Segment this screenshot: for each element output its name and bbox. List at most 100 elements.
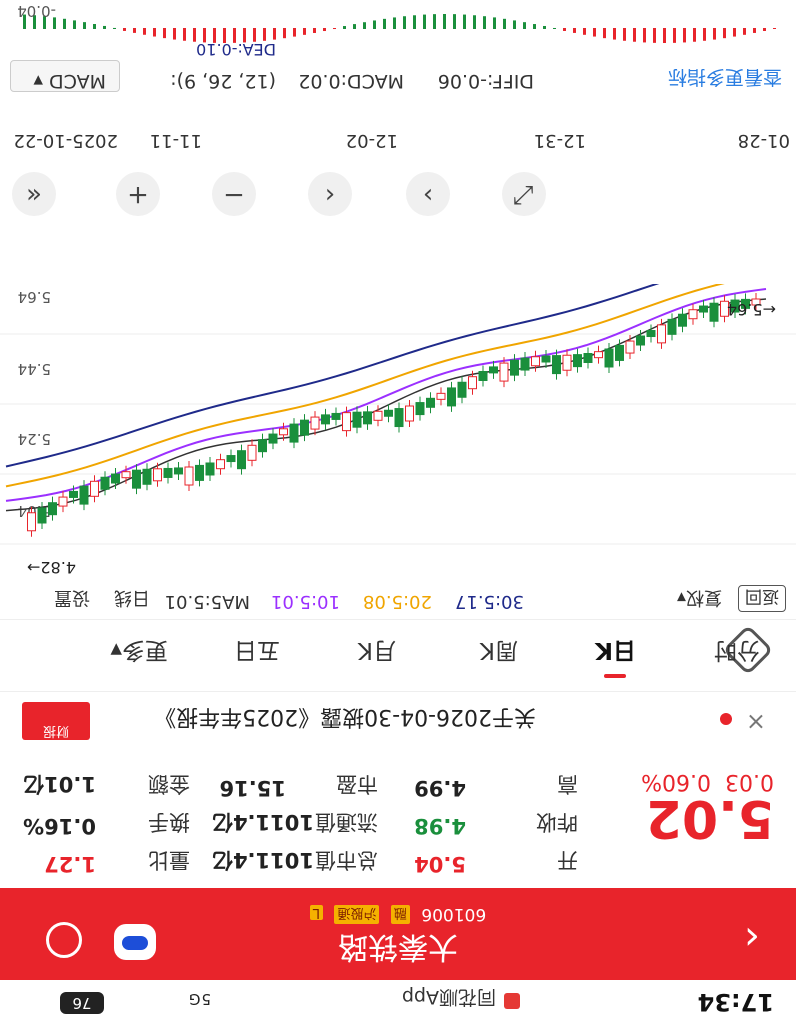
- date-label-3: 12-02: [345, 130, 398, 151]
- scroll-left-icon[interactable]: ‹: [308, 172, 352, 216]
- macd-bar: [353, 24, 356, 29]
- candle-body: [268, 433, 278, 444]
- first-page-icon[interactable]: «: [12, 172, 56, 216]
- assistant-robot-icon[interactable]: [114, 924, 156, 960]
- macd-bar: [403, 16, 406, 29]
- candle-body: [205, 462, 215, 476]
- scroll-right-icon[interactable]: ›: [406, 172, 450, 216]
- macd-bar: [553, 27, 556, 29]
- macd-bar: [683, 28, 686, 43]
- macd-chart: DEA:-0.10 -0.04: [17, 2, 776, 58]
- news-text[interactable]: 关于2026-04-30披露《2025年年报》: [154, 703, 536, 735]
- candle-body: [100, 476, 110, 490]
- macd-bar: [643, 28, 646, 43]
- macd-bar: [363, 22, 366, 29]
- candle-body: [636, 335, 645, 346]
- badge-hugutong: 沪股通: [334, 905, 380, 924]
- macd-bar: [173, 28, 176, 40]
- tab-month-k[interactable]: 月K: [358, 636, 396, 670]
- news-banner[interactable]: × 关于2026-04-30披露《2025年年报》 财报: [0, 691, 796, 748]
- macd-bar: [433, 14, 436, 29]
- macd-bar: [483, 16, 486, 29]
- candle-body: [237, 450, 246, 470]
- label-amount: 金额: [148, 772, 190, 796]
- candle-body: [489, 366, 498, 374]
- candle-body: [142, 468, 152, 485]
- tab-intraday[interactable]: 分时: [714, 636, 760, 670]
- macd-header: 查看更多指标 DIFF:-0.06 MACD:0.02 (12, 26, 9):…: [0, 60, 796, 96]
- macd-bar: [663, 28, 666, 43]
- label-float: 流通值: [315, 810, 378, 834]
- macd-params: (12, 26, 9):: [170, 70, 276, 92]
- macd-bar: [583, 28, 586, 35]
- macd-bar: [603, 28, 606, 39]
- candle-body: [48, 502, 57, 516]
- chart-nav: ⤢ › ‹ − + «: [0, 170, 796, 216]
- candle-body: [583, 353, 593, 364]
- candle-body: [615, 344, 624, 361]
- more-indicators-link[interactable]: 查看更多指标: [668, 65, 782, 92]
- ma-settings[interactable]: 设置: [54, 586, 90, 612]
- tab-week-k[interactable]: 周K: [480, 636, 518, 670]
- tab-day-k[interactable]: 日K: [595, 636, 636, 670]
- macd-bar: [693, 28, 696, 42]
- candle-body: [394, 408, 404, 428]
- value-high: 4.99: [414, 776, 466, 800]
- macd-bar: [183, 28, 186, 41]
- macd-bar: [73, 20, 76, 29]
- value-pe: 15.16: [219, 776, 286, 800]
- macd-bar: [423, 14, 426, 29]
- candle-body: [426, 397, 435, 408]
- low-arrow-label: ←5.64: [727, 300, 776, 319]
- macd-bar: [733, 28, 736, 37]
- kline-chart[interactable]: 5.645.445.245.04←5.644.82→: [0, 284, 796, 584]
- macd-bar: [63, 18, 66, 29]
- ma5-value: MA5:5.01: [164, 591, 250, 612]
- candle-body: [289, 423, 299, 443]
- y-tick-label: 5.44: [18, 360, 51, 378]
- label-prev-close: 昨收: [536, 810, 578, 834]
- candle-body: [373, 410, 383, 421]
- macd-label[interactable]: MACD ▾: [33, 70, 106, 92]
- macd-bar: [383, 18, 386, 29]
- macd-bar: [343, 26, 346, 29]
- candle-body: [478, 370, 488, 381]
- ma10-line: [5, 288, 767, 502]
- value-ratio: 1.27: [44, 852, 96, 876]
- candle-body: [321, 414, 330, 425]
- macd-bar: [503, 18, 506, 29]
- macd-bar: [323, 28, 326, 32]
- candle-body: [79, 485, 89, 505]
- status-bar: 17:34 同花顺App 5G 76: [0, 980, 796, 1024]
- tab-five-day[interactable]: 五日: [234, 636, 280, 670]
- macd-bar: [103, 25, 106, 29]
- macd-bar: [263, 28, 266, 41]
- macd-bar: [653, 28, 656, 43]
- candle-body: [447, 387, 456, 407]
- reset-button[interactable]: 返回: [738, 585, 786, 612]
- zoom-out-icon[interactable]: −: [212, 172, 256, 216]
- macd-zero-label: -0.04: [17, 2, 56, 20]
- candle-body: [468, 376, 477, 390]
- macd-bar: [593, 28, 596, 37]
- macd-bar: [133, 28, 136, 33]
- ma10-value: 10:5.01: [270, 591, 340, 612]
- ma30-line: [5, 284, 767, 468]
- status-app-name: 同花顺App: [401, 986, 496, 1008]
- badge-l: L: [309, 905, 324, 920]
- zoom-in-icon[interactable]: +: [116, 172, 160, 216]
- macd-diff: DIFF:-0.06: [437, 70, 534, 92]
- candle-body: [436, 392, 446, 400]
- news-tag: 财报: [22, 702, 90, 740]
- candle-body: [247, 444, 257, 461]
- search-icon[interactable]: [46, 922, 82, 958]
- macd-bar: [633, 28, 636, 42]
- candle-body: [58, 496, 68, 507]
- tab-more[interactable]: 更多▾: [110, 636, 168, 670]
- stock-code-line: 601006 融 沪股通 L: [0, 904, 796, 924]
- close-icon[interactable]: ×: [746, 708, 766, 736]
- macd-bar: [83, 22, 86, 29]
- adjust-dropdown[interactable]: 复权▾: [677, 586, 722, 612]
- fullscreen-icon[interactable]: ⤢: [502, 172, 546, 216]
- macd-bar: [283, 28, 286, 39]
